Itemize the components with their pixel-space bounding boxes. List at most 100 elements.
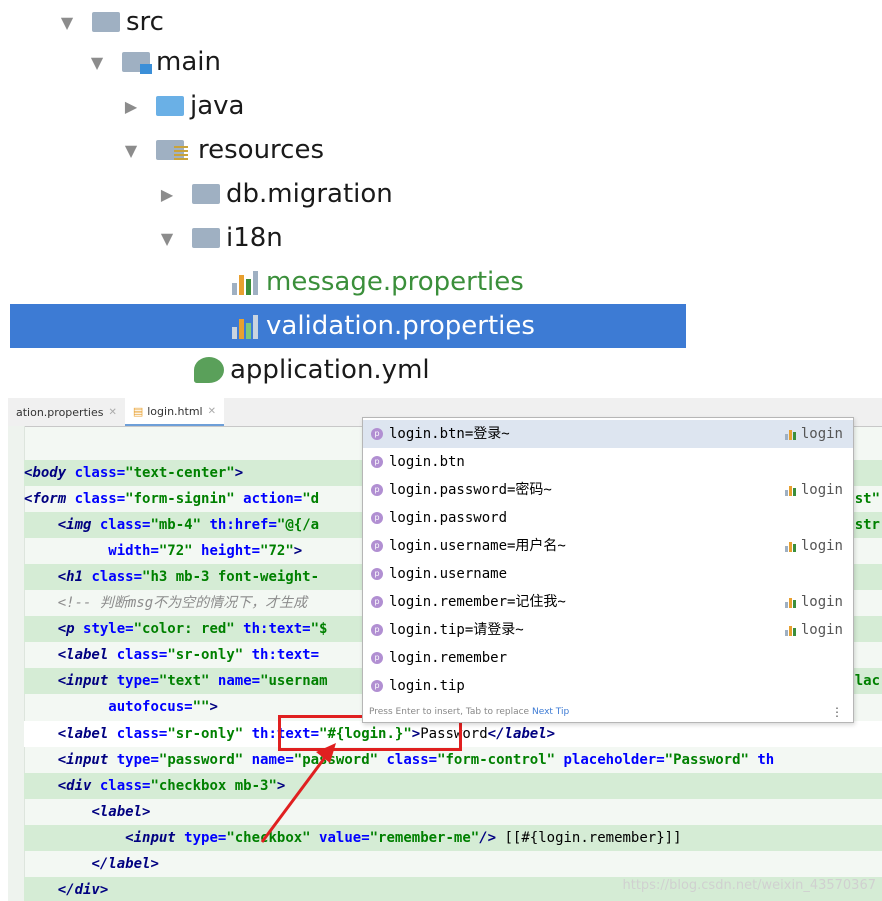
autocomplete-item[interactable]: p login.username=用户名~ login bbox=[363, 532, 853, 560]
autocomplete-item-label: login.tip bbox=[389, 678, 465, 694]
code-token: "text" bbox=[158, 673, 218, 689]
autocomplete-popup[interactable]: Press Enter to insert, Tab to replace Ne… bbox=[362, 417, 854, 723]
editor-gutter[interactable] bbox=[8, 426, 25, 901]
tab-label: ation.properties bbox=[16, 405, 104, 419]
code-token: > bbox=[276, 778, 286, 794]
tree-node-message-properties[interactable]: message.properties bbox=[232, 260, 524, 304]
autocomplete-item-label: login.remember=记住我~ bbox=[389, 594, 566, 610]
code-token: <h1 bbox=[57, 569, 92, 585]
code-token: "checkbox mb-3" bbox=[150, 778, 277, 794]
expand-arrow-icon[interactable]: ▼ bbox=[56, 13, 78, 32]
property-icon: p bbox=[371, 680, 383, 692]
close-icon[interactable]: ✕ bbox=[208, 406, 216, 417]
code-token: class= bbox=[74, 491, 126, 507]
autocomplete-item-label: login.password=密码~ bbox=[389, 482, 552, 498]
code-token: <label bbox=[57, 726, 117, 742]
code-token: "color: red" bbox=[133, 621, 244, 637]
autocomplete-item[interactable]: p login.password bbox=[363, 504, 853, 532]
code-token: <input bbox=[57, 673, 117, 689]
property-icon: p bbox=[371, 624, 383, 636]
properties-file-icon bbox=[784, 540, 796, 552]
expand-arrow-icon[interactable]: ▼ bbox=[156, 229, 178, 248]
footer-hint: Press Enter to insert, Tab to replace bbox=[369, 707, 530, 717]
code-line[interactable]: <input type="checkbox" value="remember-m… bbox=[24, 825, 882, 851]
tree-node-validation-properties[interactable]: validation.properties bbox=[10, 304, 686, 348]
code-token: th bbox=[757, 752, 775, 768]
code-token: class= bbox=[386, 752, 438, 768]
code-line[interactable]: <div class="checkbox mb-3"> bbox=[24, 773, 882, 799]
next-tip-link[interactable]: Next Tip bbox=[532, 707, 569, 717]
autocomplete-item[interactable]: p login.username bbox=[363, 560, 853, 588]
tree-node-label: db.migration bbox=[226, 179, 393, 209]
code-token: <label> bbox=[91, 804, 151, 820]
code-token: th:text= bbox=[243, 621, 311, 637]
source-label: login bbox=[800, 482, 843, 498]
code-token: value= bbox=[319, 830, 370, 846]
code-token: class= bbox=[116, 726, 168, 742]
tree-node-main[interactable]: ▼ main bbox=[86, 40, 221, 84]
tree-node-db-migration[interactable]: ▶ db.migration bbox=[156, 172, 393, 216]
code-token: /> bbox=[479, 830, 497, 846]
code-line[interactable]: </label> bbox=[24, 851, 882, 877]
resources-folder-icon bbox=[156, 140, 188, 160]
code-token: <img bbox=[57, 517, 100, 533]
source-label: login bbox=[800, 538, 843, 554]
expand-arrow-icon[interactable]: ▼ bbox=[120, 141, 142, 160]
code-token: placeholder= bbox=[563, 752, 665, 768]
source-label: login bbox=[800, 622, 843, 638]
code-token: > bbox=[234, 465, 244, 481]
autocomplete-item[interactable]: p login.remember bbox=[363, 644, 853, 672]
property-icon: p bbox=[371, 512, 383, 524]
expand-arrow-icon[interactable]: ▼ bbox=[86, 53, 108, 72]
folder-icon bbox=[92, 12, 120, 32]
tab-label: login.html bbox=[147, 404, 203, 418]
tree-node-application-yml[interactable]: application.yml bbox=[194, 348, 430, 392]
autocomplete-item-label: login.tip=请登录~ bbox=[389, 622, 524, 638]
collapse-arrow-icon[interactable]: ▶ bbox=[120, 97, 142, 116]
code-line-tail: str bbox=[855, 512, 880, 538]
autocomplete-item-source: login bbox=[784, 476, 843, 504]
code-line[interactable]: <label> bbox=[24, 799, 882, 825]
tab-login-html[interactable]: ▤ login.html ✕ bbox=[124, 398, 224, 426]
autocomplete-item[interactable]: p login.btn bbox=[363, 448, 853, 476]
more-options-icon[interactable]: ⋮ bbox=[831, 702, 843, 722]
autocomplete-item[interactable]: p login.password=密码~ login bbox=[363, 476, 853, 504]
property-icon: p bbox=[371, 428, 383, 440]
autocomplete-item[interactable]: p login.btn=登录~ login bbox=[363, 420, 853, 448]
code-token: class= bbox=[99, 517, 151, 533]
code-token: autofocus= bbox=[108, 699, 193, 715]
code-token: "sr-only" bbox=[167, 726, 252, 742]
code-token: name= bbox=[217, 673, 261, 689]
code-token: type= bbox=[184, 830, 227, 846]
collapse-arrow-icon[interactable]: ▶ bbox=[156, 185, 178, 204]
autocomplete-item[interactable]: p login.remember=记住我~ login bbox=[363, 588, 853, 616]
close-icon[interactable]: ✕ bbox=[108, 407, 116, 418]
code-token: </label> bbox=[91, 856, 159, 872]
tab-validation-properties[interactable]: ation.properties ✕ bbox=[8, 398, 125, 426]
tree-node-src[interactable]: ▼ src bbox=[56, 0, 164, 44]
autocomplete-item-label: login.btn bbox=[389, 454, 465, 470]
folder-icon bbox=[192, 228, 220, 248]
property-icon: p bbox=[371, 596, 383, 608]
code-token: "72" bbox=[158, 543, 202, 559]
autocomplete-item-source: login bbox=[784, 420, 843, 448]
properties-file-icon bbox=[784, 596, 796, 608]
tree-node-resources[interactable]: ▼ resources bbox=[120, 128, 324, 172]
autocomplete-item[interactable]: p login.tip=请登录~ login bbox=[363, 616, 853, 644]
properties-file-icon bbox=[232, 313, 260, 339]
property-icon: p bbox=[371, 456, 383, 468]
properties-file-icon bbox=[784, 484, 796, 496]
code-token: <body bbox=[24, 465, 75, 481]
tree-node-i18n[interactable]: ▼ i18n bbox=[156, 216, 283, 260]
tree-node-java[interactable]: ▶ java bbox=[120, 84, 245, 128]
tree-node-label: java bbox=[190, 91, 245, 121]
autocomplete-item[interactable]: p login.tip bbox=[363, 672, 853, 700]
